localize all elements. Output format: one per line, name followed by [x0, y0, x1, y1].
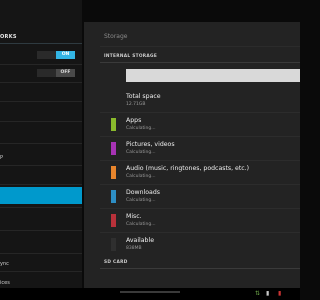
bluetooth-toggle-label: OFF	[56, 69, 75, 77]
item-divider	[100, 184, 300, 185]
header-divider	[0, 43, 82, 44]
page-title: Storage	[104, 33, 128, 40]
sidebar-item-storage-selected[interactable]	[0, 187, 82, 204]
system-bar: ⇅ ▮ ▮	[0, 288, 300, 300]
row-divider	[0, 165, 82, 166]
wireless-networks-header: ORKS	[0, 34, 17, 40]
storage-usage-bar	[126, 69, 300, 82]
section-divider	[100, 62, 300, 63]
network-icon: ⇅	[255, 290, 261, 297]
row-divider	[0, 121, 82, 122]
audio-color-swatch	[111, 166, 116, 179]
signal-icon: ▮	[266, 290, 270, 297]
audio-title[interactable]: Audio (music, ringtones, podcasts, etc.)	[126, 165, 249, 172]
available-title: Available	[126, 237, 155, 244]
misc-status: Calculating...	[126, 222, 156, 227]
item-divider	[100, 112, 300, 113]
storage-detail-pane: Storage INTERNAL STORAGE Total space 12.…	[84, 22, 300, 288]
internal-storage-header: INTERNAL STORAGE	[104, 54, 158, 59]
sidebar-item-sync[interactable]: ync	[0, 261, 9, 267]
row-divider	[0, 64, 82, 65]
section-divider	[100, 268, 300, 269]
downloads-color-swatch	[111, 190, 116, 203]
row-divider	[0, 184, 82, 185]
item-divider	[100, 160, 300, 161]
title-divider	[100, 46, 300, 47]
apps-color-swatch	[111, 118, 116, 131]
row-divider	[0, 253, 82, 254]
wifi-toggle-label: ON	[56, 51, 75, 59]
nav-indicator	[120, 291, 180, 293]
wifi-toggle[interactable]: ON	[37, 51, 75, 59]
row-divider	[0, 101, 82, 102]
available-value: 838MB	[126, 246, 142, 251]
pictures-title[interactable]: Pictures, videos	[126, 141, 175, 148]
item-divider	[100, 232, 300, 233]
row-divider	[0, 271, 82, 272]
misc-color-swatch	[111, 214, 116, 227]
audio-status: Calculating...	[126, 174, 156, 179]
row-divider	[0, 207, 82, 208]
downloads-status: Calculating...	[126, 198, 156, 203]
settings-headers-pane: ORKS ON OFF P ync ices	[0, 0, 82, 288]
sidebar-item-devices[interactable]: ices	[0, 280, 10, 286]
total-space-value: 12.71GB	[126, 102, 146, 107]
misc-title[interactable]: Misc.	[126, 213, 142, 220]
sd-card-header: SD CARD	[104, 260, 128, 265]
row-divider	[0, 143, 82, 144]
pictures-status: Calculating...	[126, 150, 156, 155]
downloads-title[interactable]: Downloads	[126, 189, 160, 196]
item-divider	[100, 208, 300, 209]
item-divider	[100, 136, 300, 137]
row-divider	[0, 82, 82, 83]
sidebar-item-label[interactable]: P	[0, 155, 3, 161]
apps-title[interactable]: Apps	[126, 117, 141, 124]
apps-status: Calculating...	[126, 126, 156, 131]
available-color-swatch	[111, 238, 116, 251]
battery-icon: ▮	[278, 290, 282, 297]
bluetooth-toggle[interactable]: OFF	[37, 69, 75, 77]
total-space-title: Total space	[126, 93, 161, 100]
row-divider	[0, 230, 82, 231]
pictures-color-swatch	[111, 142, 116, 155]
